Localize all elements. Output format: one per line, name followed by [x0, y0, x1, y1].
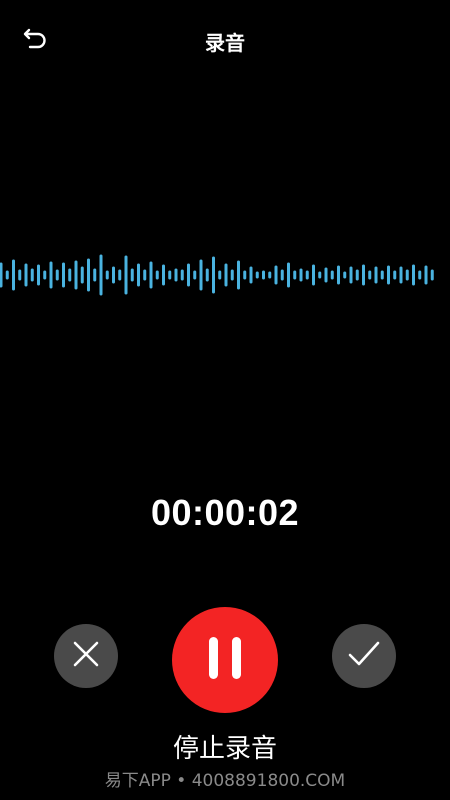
- stop-recording-label: 停止录音: [172, 734, 277, 764]
- pause-icon: [205, 635, 245, 686]
- cancel-button[interactable]: [54, 624, 118, 688]
- confirm-button[interactable]: [332, 624, 396, 688]
- page-title: 录音: [205, 31, 245, 55]
- top-bar: 录音: [0, 0, 450, 80]
- watermark: 易下APP • 4008891800.COM: [104, 771, 346, 791]
- recording-timer: 00:00:02: [150, 492, 300, 533]
- checkmark-icon: [347, 639, 381, 674]
- pause-button[interactable]: [172, 607, 278, 713]
- audio-waveform: [0, 240, 450, 310]
- close-icon: [71, 639, 101, 674]
